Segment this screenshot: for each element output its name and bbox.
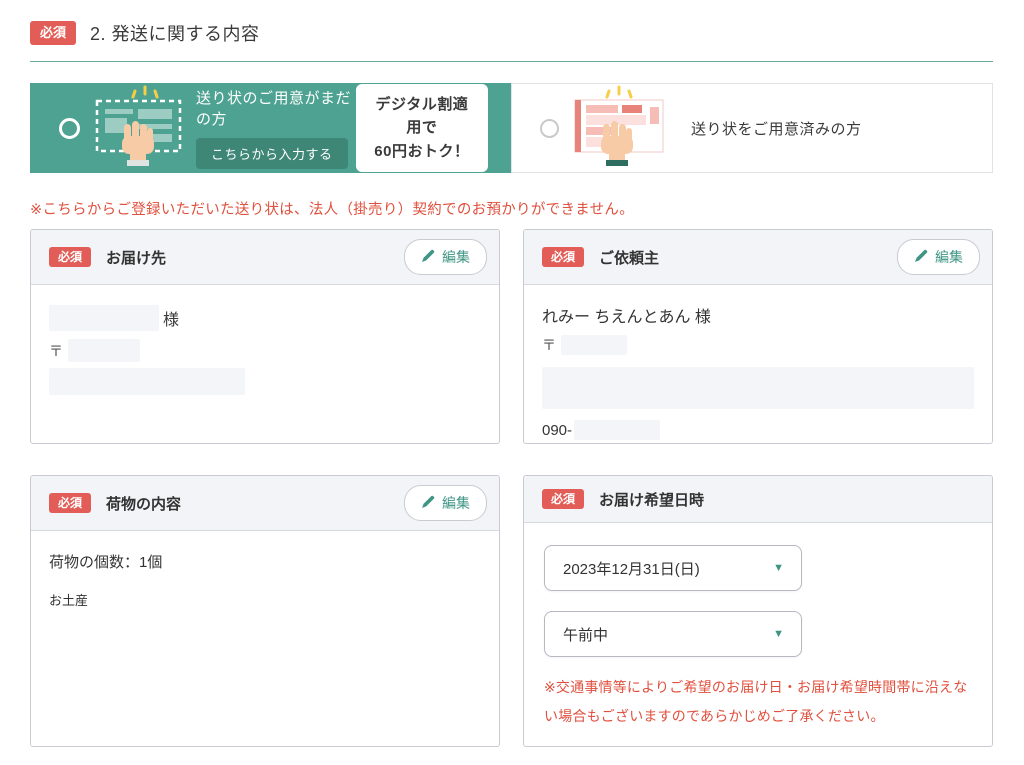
caret-down-icon: ▼ xyxy=(773,563,784,574)
corporate-contract-notice: ※こちらからご登録いただいた送り状は、法人（掛売り）契約でのお預かりができません… xyxy=(30,198,993,219)
sender-name: れみー ちえんとあん 様 xyxy=(542,303,974,327)
delivery-date-select[interactable]: 2023年12月31日(日) ▼ xyxy=(544,545,802,591)
pencil-icon xyxy=(421,495,435,512)
sender-card-header: 必須 ご依頼主 編集 xyxy=(524,230,992,285)
waybill-blank-illustration-icon xyxy=(90,84,186,171)
delivery-date-value: 2023年12月31日(日) xyxy=(563,558,700,579)
sender-edit-label: 編集 xyxy=(935,247,963,267)
radio-waybill-ready[interactable] xyxy=(540,119,559,138)
sender-address-line xyxy=(542,367,974,409)
recipient-card-body: 様 〒 xyxy=(31,285,499,415)
delivery-datetime-card: 必須 お届け希望日時 2023年12月31日(日) ▼ 午前中 ▼ ※交通事情等… xyxy=(523,475,993,747)
delivery-card-body: 2023年12月31日(日) ▼ 午前中 ▼ ※交通事情等によりご希望のお届け日… xyxy=(524,523,992,747)
delivery-card-title: お届け希望日時 xyxy=(599,489,704,510)
recipient-name-line: 様 xyxy=(49,305,481,331)
redacted-recipient-name xyxy=(49,305,159,331)
postal-mark: 〒 xyxy=(542,335,556,355)
recipient-postal-line: 〒 xyxy=(49,339,481,362)
package-edit-label: 編集 xyxy=(442,493,470,513)
recipient-edit-label: 編集 xyxy=(442,247,470,267)
shipping-form-section: 必須 2. 発送に関する内容 xyxy=(0,0,1024,747)
delivery-time-value: 午前中 xyxy=(563,624,608,645)
pencil-icon xyxy=(421,249,435,266)
recipient-honorific: 様 xyxy=(163,306,179,330)
section-header: 必須 2. 発送に関する内容 xyxy=(30,20,993,46)
sender-card-body: れみー ちえんとあん 様 〒 090- xyxy=(524,285,992,444)
package-count: 荷物の個数：1個 xyxy=(49,551,481,572)
pencil-icon xyxy=(914,249,928,266)
waybill-option-banner: 送り状のご用意がまだの方 こちらから入力する デジタル割適用で 60円おトク！ xyxy=(30,83,993,173)
sender-card: 必須 ご依頼主 編集 れみー ちえんとあん 様 〒 xyxy=(523,229,993,444)
delivery-caution-note: ※交通事情等によりご希望のお届け日・お届け希望時間帯に沿えない場合もございますの… xyxy=(544,673,972,730)
recipient-card: 必須 お届け先 編集 様 〒 xyxy=(30,229,500,444)
package-card: 必須 荷物の内容 編集 荷物の個数：1個 お土産 xyxy=(30,475,500,747)
redacted-sender-address xyxy=(542,367,974,409)
sender-phone-prefix: 090- xyxy=(542,422,572,439)
option-not-ready-label: 送り状のご用意がまだの方 xyxy=(196,90,351,128)
sender-edit-button[interactable]: 編集 xyxy=(897,239,980,275)
radio-waybill-not-ready[interactable] xyxy=(59,118,80,139)
option-not-ready-text: 送り状のご用意がまだの方 こちらから入力する xyxy=(196,87,356,169)
option-waybill-ready[interactable]: 送り状をご用意済みの方 xyxy=(511,83,993,173)
redacted-recipient-address xyxy=(49,368,245,395)
required-badge: 必須 xyxy=(542,489,584,509)
delivery-card-header: 必須 お届け希望日時 xyxy=(524,476,992,523)
section-title: 2. 発送に関する内容 xyxy=(90,20,260,46)
promo-line1: デジタル割適用で xyxy=(376,96,469,136)
package-card-body: 荷物の個数：1個 お土産 xyxy=(31,531,499,629)
recipient-address-line xyxy=(49,368,481,395)
redacted-sender-postal xyxy=(561,335,627,355)
sender-postal-line: 〒 xyxy=(542,335,974,355)
sender-phone-line: 090- xyxy=(542,420,974,440)
required-badge: 必須 xyxy=(49,247,91,267)
enter-waybill-button[interactable]: こちらから入力する xyxy=(196,138,348,169)
package-card-header: 必須 荷物の内容 編集 xyxy=(31,476,499,531)
option-ready-label: 送り状をご用意済みの方 xyxy=(691,118,862,139)
waybill-filled-illustration-icon xyxy=(569,84,665,171)
required-badge: 必須 xyxy=(542,247,584,267)
caret-down-icon: ▼ xyxy=(773,629,784,640)
digital-discount-promo: デジタル割適用で 60円おトク！ xyxy=(356,84,488,172)
option-waybill-not-ready[interactable]: 送り状のご用意がまだの方 こちらから入力する デジタル割適用で 60円おトク！ xyxy=(30,83,511,173)
redacted-sender-phone xyxy=(574,420,660,440)
sender-card-title: ご依頼主 xyxy=(599,247,659,268)
recipient-card-header: 必須 お届け先 編集 xyxy=(31,230,499,285)
section-divider xyxy=(30,61,993,62)
recipient-card-title: お届け先 xyxy=(106,247,166,268)
package-card-title: 荷物の内容 xyxy=(106,493,181,514)
required-badge: 必須 xyxy=(30,21,76,45)
delivery-time-select[interactable]: 午前中 ▼ xyxy=(544,611,802,657)
recipient-edit-button[interactable]: 編集 xyxy=(404,239,487,275)
redacted-recipient-postal xyxy=(68,339,140,362)
package-edit-button[interactable]: 編集 xyxy=(404,485,487,521)
required-badge: 必須 xyxy=(49,493,91,513)
package-item: お土産 xyxy=(49,590,481,609)
form-cards-grid: 必須 お届け先 編集 様 〒 xyxy=(30,229,993,747)
promo-line2: 60円おトク！ xyxy=(374,143,469,160)
postal-mark: 〒 xyxy=(49,341,63,361)
